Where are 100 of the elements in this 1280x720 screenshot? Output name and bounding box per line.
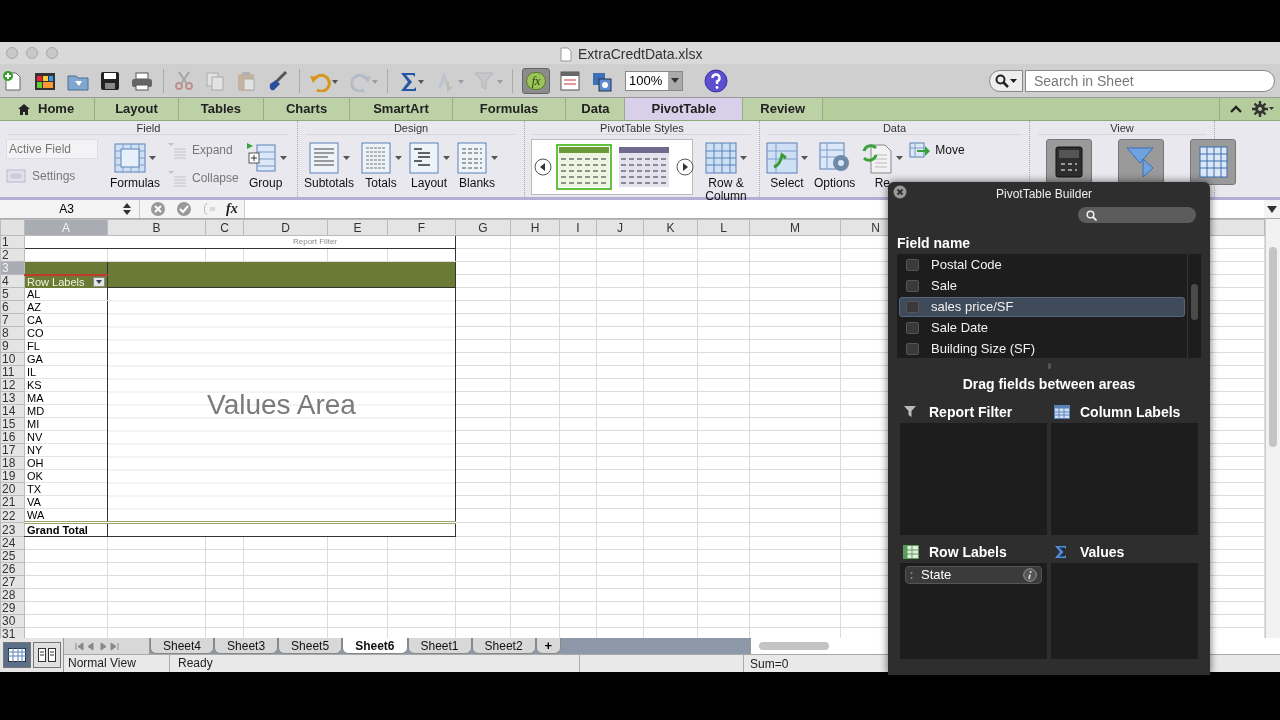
search-menu-button[interactable] — [989, 69, 1023, 92]
add-sheet-button[interactable]: + — [535, 638, 562, 654]
grid-plus-icon — [244, 141, 277, 175]
scrollbar-thumb[interactable] — [1191, 284, 1198, 320]
row-label-cell: CA — [24, 313, 108, 327]
column-header[interactable]: C — [205, 219, 244, 236]
close-icon[interactable] — [893, 185, 907, 199]
column-header[interactable]: L — [697, 219, 750, 236]
checkbox[interactable] — [906, 301, 919, 313]
calculator-icon — [1053, 145, 1085, 179]
pages-icon — [37, 648, 56, 662]
sheet-tab[interactable]: Sheet1 — [407, 638, 472, 654]
refresh-document-icon — [861, 141, 894, 175]
checkbox[interactable] — [906, 259, 919, 271]
column-header[interactable]: E — [327, 219, 388, 236]
ribbon-button[interactable]: Move — [909, 139, 965, 161]
filter-dropdown-icon[interactable] — [93, 276, 105, 287]
insert-function-button[interactable]: fx — [226, 200, 245, 218]
field-pill[interactable]: State — [905, 566, 1042, 584]
ribbon-tab[interactable]: Data — [566, 98, 626, 120]
column-header[interactable]: K — [643, 219, 698, 236]
vertical-scrollbar[interactable] — [1265, 219, 1280, 638]
column-header[interactable]: H — [510, 219, 560, 236]
stepper-icon[interactable] — [123, 203, 131, 215]
ribbon-button[interactable]: Subtotals — [304, 139, 355, 190]
sheet-tab[interactable]: Sheet4 — [150, 638, 215, 654]
confirm-icon[interactable] — [176, 201, 192, 217]
column-header[interactable]: J — [596, 219, 644, 236]
table-style-thumbnail[interactable] — [556, 144, 612, 190]
field-row[interactable]: Building Size (SF) — [899, 339, 1185, 358]
ribbon-button[interactable]: Totals — [360, 139, 403, 190]
field-row[interactable]: Postal Code — [899, 255, 1185, 275]
scrollbar-thumb[interactable] — [1269, 247, 1277, 447]
column-header[interactable]: G — [455, 219, 511, 236]
ribbon-button[interactable]: Select — [766, 139, 808, 190]
checkbox[interactable] — [906, 322, 919, 334]
ribbon-tab[interactable]: PivotTable — [625, 98, 744, 120]
column-header[interactable]: M — [749, 219, 841, 236]
sheet-tab[interactable]: Sheet6 — [342, 638, 408, 654]
row-label-cell: MI — [24, 417, 108, 431]
previous-icon[interactable] — [534, 158, 552, 176]
sheet-tab[interactable]: Sheet3 — [214, 638, 279, 654]
cancel-icon[interactable] — [150, 201, 166, 217]
ribbon-button[interactable]: Layout — [408, 139, 451, 190]
new-document-icon[interactable] — [2, 69, 24, 92]
page-layout-view-button[interactable] — [32, 642, 61, 668]
view-button[interactable] — [1190, 139, 1236, 185]
row-label-cell: TX — [24, 482, 108, 496]
home-tab[interactable]: Home — [0, 98, 96, 120]
printer-icon[interactable] — [130, 69, 154, 92]
sheet-tab[interactable]: Sheet5 — [278, 638, 343, 654]
splitter-handle[interactable] — [1047, 363, 1051, 369]
checkbox[interactable] — [906, 280, 919, 292]
ribbon-tab[interactable]: Formulas — [452, 98, 567, 120]
sheet-tab[interactable]: Sheet2 — [471, 638, 536, 654]
ribbon-tab[interactable]: Review — [743, 98, 824, 120]
next-icon[interactable] — [676, 158, 694, 176]
row-labels-header: Row Labels — [27, 275, 85, 288]
checkbox[interactable] — [906, 343, 919, 355]
column-header[interactable]: F — [387, 219, 456, 236]
field-search-box[interactable] — [1078, 207, 1196, 223]
ribbon-button[interactable]: Group — [244, 139, 287, 190]
dropdown-icon — [1010, 78, 1017, 83]
table-style-thumbnail[interactable] — [616, 144, 672, 190]
column-header[interactable]: B — [107, 219, 206, 236]
field-row[interactable]: sales price/SF — [899, 297, 1185, 317]
zoom-field[interactable]: 100% — [625, 70, 683, 91]
collapse-ribbon-icon[interactable] — [1230, 105, 1242, 113]
style-gallery[interactable] — [531, 139, 693, 195]
save-icon[interactable] — [99, 69, 121, 92]
row-label-cell: WA — [24, 508, 108, 523]
ribbon-tab[interactable]: Tables — [178, 98, 264, 120]
ribbon-button[interactable]: Blanks — [456, 139, 499, 190]
window-list-icon[interactable] — [559, 69, 581, 92]
ribbon-tab[interactable]: Charts — [263, 98, 351, 120]
ribbon-button[interactable]: Formulas — [110, 139, 160, 190]
formula-builder-button[interactable]: fx — [522, 67, 550, 94]
triangle-icon — [1125, 145, 1157, 179]
list-scrollbar[interactable] — [1187, 254, 1201, 358]
grid-icon — [7, 648, 26, 662]
dropdown-icon[interactable] — [1267, 205, 1277, 213]
column-header[interactable]: I — [559, 219, 597, 236]
column-header[interactable]: D — [243, 219, 328, 236]
search-field[interactable]: Search in Sheet — [1025, 69, 1275, 92]
view-button[interactable] — [1046, 139, 1092, 185]
ribbon-tab[interactable]: Layout — [95, 98, 179, 120]
drop-area[interactable]: State — [900, 563, 1047, 659]
view-button[interactable] — [1118, 139, 1164, 185]
active-field-box[interactable]: Active Field — [6, 139, 98, 159]
ribbon-button[interactable]: Options — [814, 139, 856, 190]
field-row[interactable]: Sale — [899, 276, 1185, 296]
field-row[interactable]: Sale Date — [899, 318, 1185, 338]
scrollbar-thumb[interactable] — [759, 642, 829, 650]
dropdown-icon[interactable] — [671, 78, 679, 83]
help-icon[interactable] — [704, 68, 728, 93]
settings-icon[interactable] — [1252, 101, 1274, 117]
normal-view-button[interactable] — [2, 642, 31, 668]
name-box[interactable]: A3 — [0, 200, 123, 218]
ribbon-tab[interactable]: SmartArt — [350, 98, 453, 120]
info-icon[interactable] — [1023, 568, 1037, 582]
